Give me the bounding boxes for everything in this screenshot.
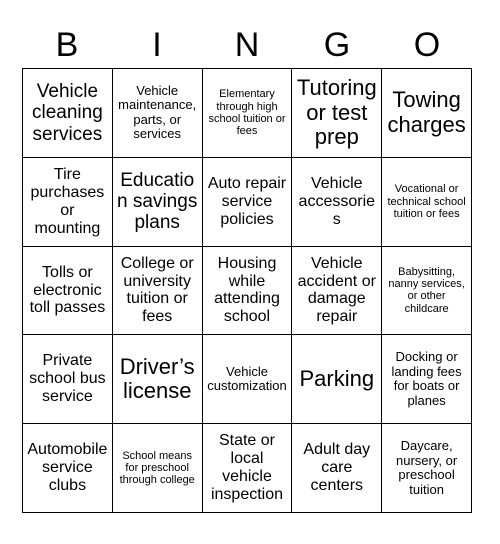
bingo-cell-r1c2[interactable]: Vehicle maintenance, parts, or services bbox=[112, 69, 203, 158]
bingo-cell-label: Adult day care centers bbox=[303, 441, 371, 495]
bingo-cell-label: Towing charges bbox=[387, 87, 466, 137]
bingo-cell-r1c3[interactable]: Elementary through high school tuition o… bbox=[202, 69, 293, 158]
bingo-cell-label: Vehicle customization bbox=[207, 363, 287, 394]
bingo-cell-r1c1[interactable]: Vehicle cleaning services bbox=[23, 69, 113, 158]
bingo-cell-r2c4[interactable]: Vehicle accessories bbox=[292, 157, 383, 247]
bingo-cell-label: Vehicle maintenance, parts, or services bbox=[118, 82, 197, 142]
bingo-cell-label: Auto repair service policies bbox=[207, 174, 287, 228]
bingo-cell-label: Driver’s license bbox=[119, 353, 195, 404]
bingo-cell-r3c4[interactable]: Vehicle accident or damage repair bbox=[292, 246, 383, 336]
bingo-cell-label: Vehicle accessories bbox=[298, 174, 376, 228]
bingo-cell-r3c1[interactable]: Tolls or electronic toll passes bbox=[23, 246, 113, 336]
bingo-cell-label: Vehicle accident or damage repair bbox=[297, 254, 376, 326]
bingo-cell-label: Parking bbox=[299, 365, 375, 391]
bingo-cell-label: Elementary through high school tuition o… bbox=[208, 88, 286, 138]
bingo-cell-r3c2[interactable]: College or university tuition or fees bbox=[112, 246, 203, 336]
bingo-cell-r4c3[interactable]: Vehicle customization bbox=[202, 335, 293, 425]
bingo-cell-r2c2[interactable]: Education savings plans bbox=[112, 157, 203, 247]
bingo-cell-label: State or local vehicle inspection bbox=[210, 432, 284, 503]
bingo-cell-label: Housing while attending school bbox=[214, 254, 280, 326]
bingo-cell-label: Vehicle cleaning services bbox=[32, 81, 103, 145]
bingo-header-letter-n: N bbox=[234, 26, 260, 64]
bingo-cell-label: Tutoring or test prep bbox=[296, 74, 377, 150]
bingo-cell-label: Education savings plans bbox=[117, 169, 198, 234]
bingo-cell-r3c5[interactable]: Babysitting, nanny services, or other ch… bbox=[382, 246, 472, 336]
bingo-header-letter-g: G bbox=[323, 26, 351, 64]
bingo-grid: Vehicle cleaning services Vehicle mainten… bbox=[22, 68, 472, 513]
bingo-cell-r5c4[interactable]: Adult day care centers bbox=[292, 424, 383, 513]
bingo-cell-r4c5[interactable]: Docking or landing fees for boats or pla… bbox=[382, 335, 472, 425]
bingo-header-letter-i: I bbox=[152, 26, 162, 64]
bingo-cell-r1c4[interactable]: Tutoring or test prep bbox=[292, 69, 383, 158]
bingo-cell-r2c3[interactable]: Auto repair service policies bbox=[202, 157, 293, 247]
bingo-cell-label: College or university tuition or fees bbox=[120, 254, 194, 326]
bingo-cell-label: Daycare, nursery, or preschool tuition bbox=[396, 438, 458, 497]
bingo-cell-r2c5[interactable]: Vocational or technical school tuition o… bbox=[382, 157, 472, 247]
bingo-cell-r5c3[interactable]: State or local vehicle inspection bbox=[202, 424, 293, 513]
bingo-cell-r5c5[interactable]: Daycare, nursery, or preschool tuition bbox=[382, 424, 472, 513]
bingo-cell-r1c5[interactable]: Towing charges bbox=[382, 69, 472, 158]
bingo-cell-label: Automobile service clubs bbox=[27, 441, 108, 495]
bingo-cell-label: Babysitting, nanny services, or other ch… bbox=[388, 265, 465, 315]
bingo-cell-label: Vocational or technical school tuition o… bbox=[387, 183, 466, 220]
bingo-header-letter-o: O bbox=[413, 26, 441, 64]
bingo-cell-label: Docking or landing fees for boats or pla… bbox=[391, 349, 462, 408]
bingo-header-letter-b: B bbox=[55, 26, 79, 64]
bingo-cell-r4c4[interactable]: Parking bbox=[292, 335, 383, 425]
bingo-cell-label: School means for preschool through colle… bbox=[119, 449, 195, 487]
bingo-cell-label: Private school bus service bbox=[29, 352, 106, 406]
bingo-cell-r3c3[interactable]: Housing while attending school bbox=[202, 246, 293, 336]
bingo-cell-r5c1[interactable]: Automobile service clubs bbox=[23, 424, 113, 513]
bingo-cell-r4c1[interactable]: Private school bus service bbox=[23, 335, 113, 425]
bingo-cell-r2c1[interactable]: Tire purchases or mounting bbox=[23, 157, 113, 247]
bingo-cell-r5c2[interactable]: School means for preschool through colle… bbox=[112, 424, 203, 513]
bingo-cell-r4c2[interactable]: Driver’s license bbox=[112, 335, 203, 425]
bingo-cell-label: Tire purchases or mounting bbox=[30, 165, 105, 237]
bingo-card: B I N G O Vehicle cleaning services Vehicle m… bbox=[0, 0, 500, 544]
bingo-header: BINGO bbox=[22, 22, 472, 68]
bingo-cell-label: Tolls or electronic toll passes bbox=[29, 263, 106, 317]
